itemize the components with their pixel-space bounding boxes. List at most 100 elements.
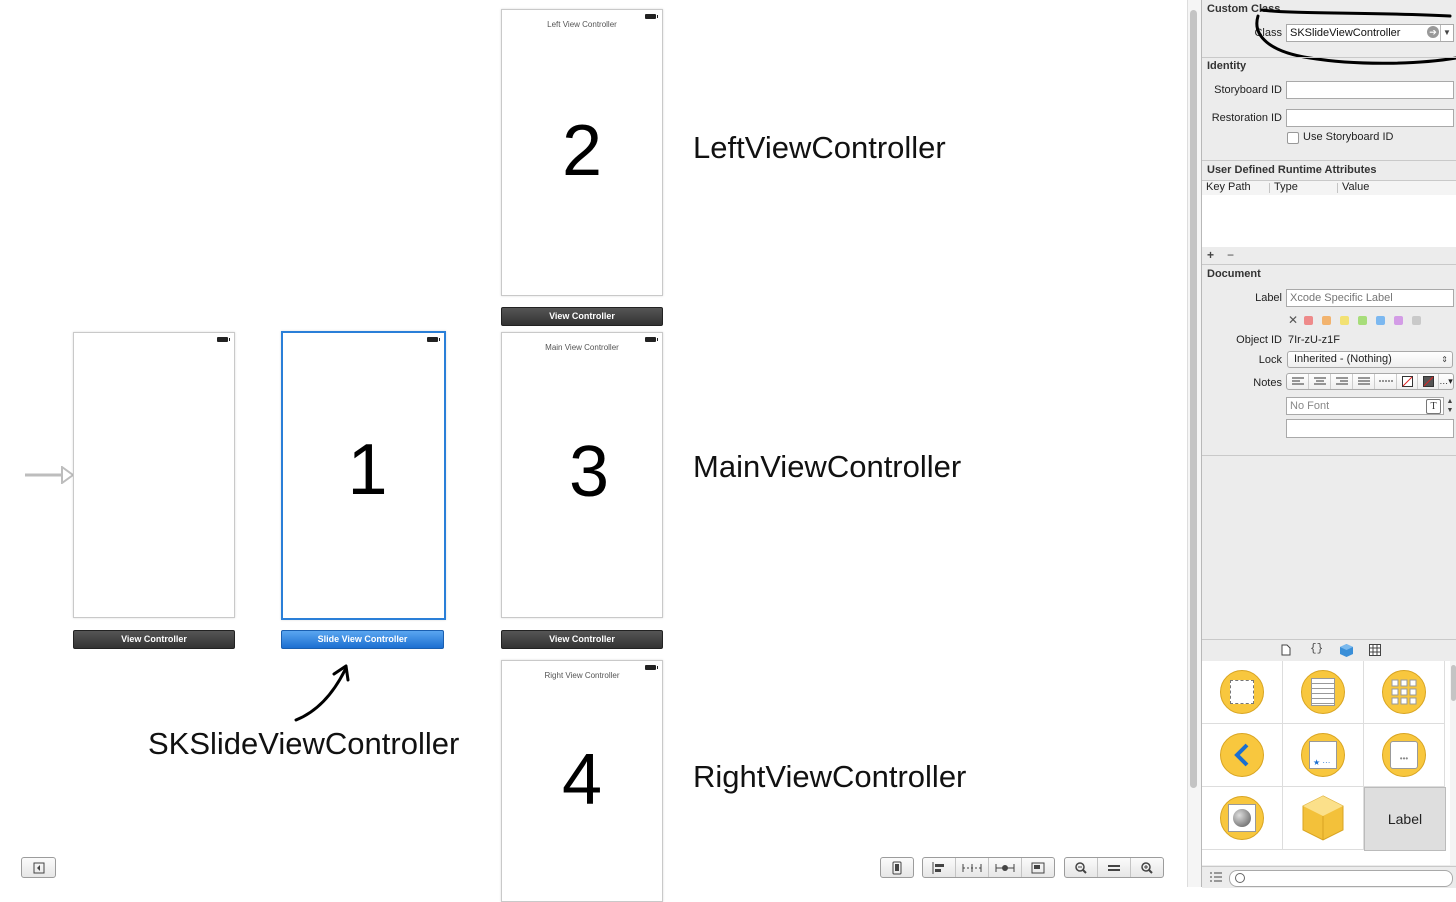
green-swatch[interactable] (1358, 316, 1367, 325)
library-item-glkit-view[interactable] (1202, 787, 1283, 850)
initial-scene-dock[interactable]: View Controller (73, 630, 235, 649)
canvas-scroll-thumb[interactable] (1190, 10, 1197, 788)
file-template-icon[interactable] (1281, 644, 1291, 656)
lock-value: Inherited - (Nothing) (1294, 353, 1392, 365)
annotation-circle (1255, 8, 1456, 65)
notes-text-area[interactable] (1286, 419, 1454, 438)
right-scene-number: 4 (561, 740, 603, 820)
main-view-controller-scene[interactable]: Main View Controller 3 (501, 332, 663, 618)
slide-scene-dock[interactable]: Slide View Controller (281, 630, 444, 649)
use-storyboard-id-label: Use Storyboard ID (1303, 131, 1394, 143)
more-options-icon[interactable]: …▾ (1439, 374, 1453, 389)
use-storyboard-id-checkbox[interactable] (1287, 132, 1299, 144)
xcode-label-field[interactable] (1286, 289, 1454, 307)
font-placeholder: No Font (1290, 400, 1330, 412)
device-size-button[interactable] (880, 857, 914, 878)
right-controller-annotation: RightViewController (693, 759, 967, 794)
storyboard-id-field[interactable] (1286, 81, 1454, 99)
list-view-icon[interactable] (1210, 872, 1222, 882)
library-item-view[interactable] (1202, 661, 1283, 724)
left-controller-annotation: LeftViewController (693, 130, 946, 165)
library-scroll-thumb[interactable] (1451, 665, 1456, 701)
zoom-in-button[interactable] (1131, 858, 1163, 877)
library-scrollbar[interactable] (1450, 661, 1456, 865)
col-value[interactable]: Value (1342, 181, 1369, 193)
zoom-reset-button[interactable] (1098, 858, 1131, 877)
left-scene-number: 2 (561, 111, 603, 191)
gray-swatch[interactable] (1412, 316, 1421, 325)
library-item-navigation-controller[interactable] (1202, 724, 1283, 787)
main-scene-title: Main View Controller (545, 343, 619, 352)
library-tab-bar: {} (1202, 640, 1456, 661)
left-scene-dock[interactable]: View Controller (501, 307, 663, 326)
object-library-icon[interactable] (1340, 644, 1353, 657)
identity-inspector: Custom Class Class SKSlideViewController… (1201, 0, 1456, 888)
remove-attribute-button[interactable]: − (1227, 248, 1234, 262)
initial-scene-arrow (25, 466, 75, 484)
left-view-controller-scene[interactable]: Left View Controller 2 (501, 9, 663, 296)
runtime-attributes-table[interactable] (1202, 195, 1456, 247)
restoration-id-field[interactable] (1286, 109, 1454, 127)
initial-view-controller-scene[interactable] (73, 332, 235, 618)
align-button[interactable] (923, 858, 956, 877)
storyboard-id-label: Storyboard ID (1214, 84, 1282, 96)
storyboard-canvas[interactable]: View Controller 1 Slide View Controller … (0, 0, 1186, 902)
library-label-text: Label (1387, 811, 1423, 827)
code-snippet-icon[interactable]: {} (1310, 643, 1323, 655)
divider (1202, 455, 1456, 456)
zoom-out-button[interactable] (1065, 858, 1098, 877)
slide-view-controller-scene[interactable]: 1 (281, 331, 446, 620)
column-divider (1269, 183, 1270, 193)
sidebar-toggle-icon (33, 862, 44, 873)
toggle-outline-button[interactable] (21, 857, 56, 878)
natural-align-button[interactable] (1375, 374, 1397, 389)
page-view-icon: ••• (1382, 733, 1426, 777)
table-view-icon (1301, 670, 1345, 714)
label-label: Label (1255, 292, 1282, 304)
font-picker-icon[interactable]: T (1426, 399, 1441, 414)
font-field[interactable]: No Font T (1286, 397, 1444, 415)
library-item-collection-view[interactable] (1364, 661, 1445, 724)
library-filter-field[interactable] (1229, 870, 1453, 887)
align-center-button[interactable] (1309, 374, 1331, 389)
orange-swatch[interactable] (1322, 316, 1331, 325)
col-key-path[interactable]: Key Path (1206, 181, 1251, 193)
battery-icon (645, 337, 658, 342)
purple-swatch[interactable] (1394, 316, 1403, 325)
resizing-button[interactable] (1022, 858, 1054, 877)
clear-color-icon[interactable]: ✕ (1288, 313, 1298, 327)
library-item-page-view-controller[interactable]: ••• (1364, 724, 1445, 787)
main-scene-dock[interactable]: View Controller (501, 630, 663, 649)
divider (1202, 264, 1456, 265)
identity-header: Identity (1207, 60, 1247, 72)
media-library-icon[interactable] (1369, 644, 1381, 656)
pin-button[interactable] (956, 858, 989, 877)
divider (1202, 160, 1456, 161)
lock-popup[interactable]: Inherited - (Nothing) ⇕ (1287, 351, 1453, 368)
red-swatch[interactable] (1304, 316, 1313, 325)
background-color-button[interactable] (1418, 374, 1439, 389)
align-right-button[interactable] (1331, 374, 1353, 389)
library-item-table-view[interactable] (1283, 661, 1364, 724)
resolve-issues-button[interactable] (989, 858, 1022, 877)
font-size-stepper[interactable]: ▲ ▼ (1446, 397, 1454, 415)
yellow-swatch[interactable] (1340, 316, 1349, 325)
slide-controller-annotation: SKSlideViewController (148, 726, 460, 761)
align-left-button[interactable] (1287, 374, 1309, 389)
align-right-icon (1335, 377, 1348, 385)
right-view-controller-scene[interactable]: Right View Controller 4 (501, 660, 663, 902)
library-item-tab-bar-controller[interactable]: ★ ··· (1283, 724, 1364, 787)
slide-scene-number: 1 (347, 430, 388, 510)
add-attribute-button[interactable]: + (1207, 248, 1214, 262)
library-item-label[interactable]: Label (1364, 787, 1446, 851)
library-item-object[interactable] (1283, 787, 1364, 850)
back-chevron-icon (1220, 733, 1264, 777)
blue-swatch[interactable] (1376, 316, 1385, 325)
zoom-in-icon (1141, 861, 1153, 874)
justify-button[interactable] (1353, 374, 1375, 389)
col-type[interactable]: Type (1274, 181, 1298, 193)
notes-format-bar: …▾ (1286, 373, 1454, 390)
runtime-attributes-header: User Defined Runtime Attributes (1207, 164, 1377, 176)
text-color-button[interactable] (1397, 374, 1418, 389)
left-scene-title: Left View Controller (547, 20, 617, 29)
